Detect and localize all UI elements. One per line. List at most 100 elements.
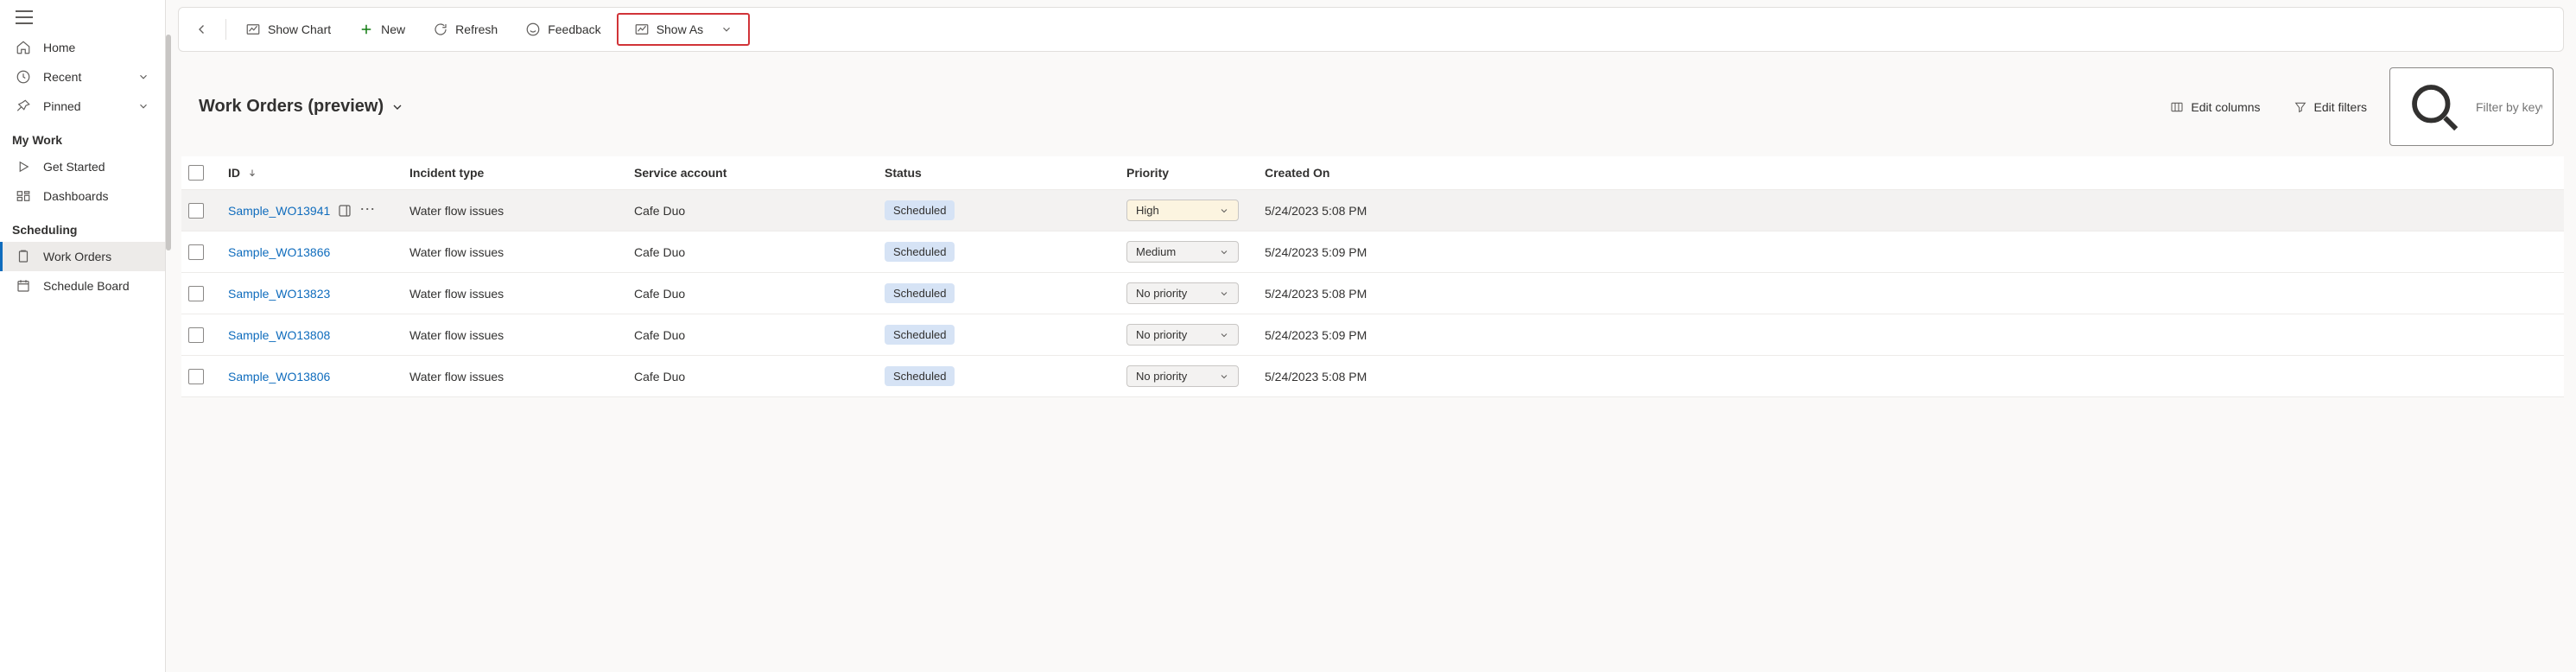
- record-link[interactable]: Sample_WO13808: [228, 328, 330, 342]
- nav-dashboards[interactable]: Dashboards: [0, 181, 165, 211]
- chevron-down-icon: [137, 71, 149, 83]
- chevron-down-icon: [1219, 330, 1229, 340]
- priority-select[interactable]: Medium: [1126, 241, 1239, 263]
- command-bar: Show Chart New Refresh Feedback: [178, 7, 2564, 52]
- row-checkbox[interactable]: [188, 327, 204, 343]
- priority-value: No priority: [1136, 287, 1187, 300]
- status-badge: Scheduled: [885, 366, 955, 386]
- record-link[interactable]: Sample_WO13866: [228, 245, 330, 259]
- priority-select[interactable]: No priority: [1126, 365, 1239, 387]
- created-cell: 5/24/2023 5:09 PM: [1265, 245, 1367, 259]
- back-button[interactable]: [186, 16, 219, 42]
- clipboard-icon: [16, 249, 31, 264]
- nav-pinned[interactable]: Pinned: [0, 92, 165, 121]
- chevron-down-icon: [720, 23, 733, 35]
- col-account[interactable]: Service account: [627, 166, 878, 180]
- smile-icon: [525, 22, 541, 37]
- nav-schedule-board[interactable]: Schedule Board: [0, 271, 165, 301]
- table-row[interactable]: Sample_WO13866 Water flow issues Cafe Duo S…: [181, 231, 2564, 273]
- row-checkbox[interactable]: [188, 203, 204, 219]
- row-more-button[interactable]: ⋯: [359, 201, 376, 220]
- table-row[interactable]: Sample_WO13808Water flow issuesCafe DuoS…: [181, 314, 2564, 356]
- nav-work-orders[interactable]: Work Orders: [0, 242, 165, 271]
- hdr-label: Edit filters: [2314, 100, 2367, 114]
- arrow-left-icon: [194, 22, 210, 37]
- priority-value: No priority: [1136, 370, 1187, 383]
- nav-home[interactable]: Home: [0, 33, 165, 62]
- created-cell: 5/24/2023 5:08 PM: [1265, 287, 1367, 301]
- status-badge: Scheduled: [885, 283, 955, 303]
- col-created[interactable]: Created On: [1258, 166, 2564, 180]
- table-row[interactable]: Sample_WO13941⋯Water flow issuesCafe Duo…: [181, 190, 2564, 231]
- nav-label: Work Orders: [43, 250, 111, 263]
- dashboard-icon: [16, 188, 31, 204]
- record-link[interactable]: Sample_WO13941: [228, 204, 330, 218]
- refresh-button[interactable]: Refresh: [421, 16, 510, 42]
- row-checkbox[interactable]: [188, 286, 204, 301]
- nav-recent[interactable]: Recent: [0, 62, 165, 92]
- home-icon: [16, 40, 31, 55]
- row-checkbox[interactable]: [188, 369, 204, 384]
- select-all-checkbox[interactable]: [188, 165, 204, 181]
- chevron-down-icon: [1219, 247, 1229, 257]
- view-title-selector[interactable]: Work Orders (preview): [199, 97, 404, 117]
- view-title: Work Orders (preview): [199, 97, 384, 117]
- open-pane-icon[interactable]: [337, 203, 352, 219]
- nav-label: Pinned: [43, 99, 81, 113]
- col-priority[interactable]: Priority: [1120, 166, 1258, 180]
- search-icon: [2401, 73, 2467, 140]
- filter-keyword-field[interactable]: [2389, 67, 2554, 146]
- table-row[interactable]: Sample_WO13823Water flow issuesCafe DuoS…: [181, 273, 2564, 314]
- priority-select[interactable]: No priority: [1126, 282, 1239, 304]
- separator: [225, 19, 226, 40]
- account-cell: Cafe Duo: [634, 204, 685, 218]
- nav-section-scheduling: Scheduling: [0, 211, 165, 242]
- status-badge: Scheduled: [885, 242, 955, 262]
- incident-cell: Water flow issues: [409, 287, 504, 301]
- status-badge: Scheduled: [885, 200, 955, 220]
- columns-icon: [2170, 100, 2184, 114]
- feedback-button[interactable]: Feedback: [513, 16, 612, 42]
- record-link[interactable]: Sample_WO13806: [228, 370, 330, 384]
- edit-filters-button[interactable]: Edit filters: [2283, 95, 2377, 119]
- calendar-icon: [16, 278, 31, 294]
- pin-icon: [16, 98, 31, 114]
- account-cell: Cafe Duo: [634, 328, 685, 342]
- col-label: Status: [885, 166, 922, 180]
- cmd-label: Show As: [657, 22, 703, 36]
- nav-section-mywork: My Work: [0, 121, 165, 152]
- plus-icon: [358, 22, 374, 37]
- row-checkbox[interactable]: [188, 244, 204, 260]
- nav-label: Get Started: [43, 160, 105, 174]
- nav-label: Home: [43, 41, 75, 54]
- hamburger-menu-icon[interactable]: [16, 10, 33, 24]
- refresh-icon: [433, 22, 448, 37]
- chart-icon: [245, 22, 261, 37]
- chevron-down-icon: [137, 100, 149, 112]
- record-link[interactable]: Sample_WO13823: [228, 287, 330, 301]
- showas-icon: [634, 22, 650, 37]
- cmd-label: Feedback: [548, 22, 600, 36]
- show-chart-button[interactable]: Show Chart: [233, 16, 343, 42]
- priority-select[interactable]: High: [1126, 200, 1239, 221]
- sidebar-scrollbar[interactable]: [166, 35, 171, 250]
- nav-label: Recent: [43, 70, 81, 84]
- created-cell: 5/24/2023 5:08 PM: [1265, 204, 1367, 218]
- cmd-label: New: [381, 22, 405, 36]
- new-button[interactable]: New: [346, 16, 417, 42]
- priority-select[interactable]: No priority: [1126, 324, 1239, 346]
- col-id[interactable]: ID: [221, 166, 403, 180]
- edit-columns-button[interactable]: Edit columns: [2160, 95, 2270, 119]
- incident-cell: Water flow issues: [409, 328, 504, 342]
- table-row[interactable]: Sample_WO13806Water flow issuesCafe DuoS…: [181, 356, 2564, 397]
- main: Show Chart New Refresh Feedback: [166, 0, 2576, 672]
- nav-get-started[interactable]: Get Started: [0, 152, 165, 181]
- account-cell: Cafe Duo: [634, 370, 685, 384]
- filter-keyword-input[interactable]: [2476, 100, 2542, 114]
- col-incident[interactable]: Incident type: [403, 166, 627, 180]
- priority-value: No priority: [1136, 328, 1187, 341]
- incident-cell: Water flow issues: [409, 245, 504, 259]
- show-as-button[interactable]: Show As: [622, 16, 745, 42]
- col-status[interactable]: Status: [878, 166, 1120, 180]
- account-cell: Cafe Duo: [634, 245, 685, 259]
